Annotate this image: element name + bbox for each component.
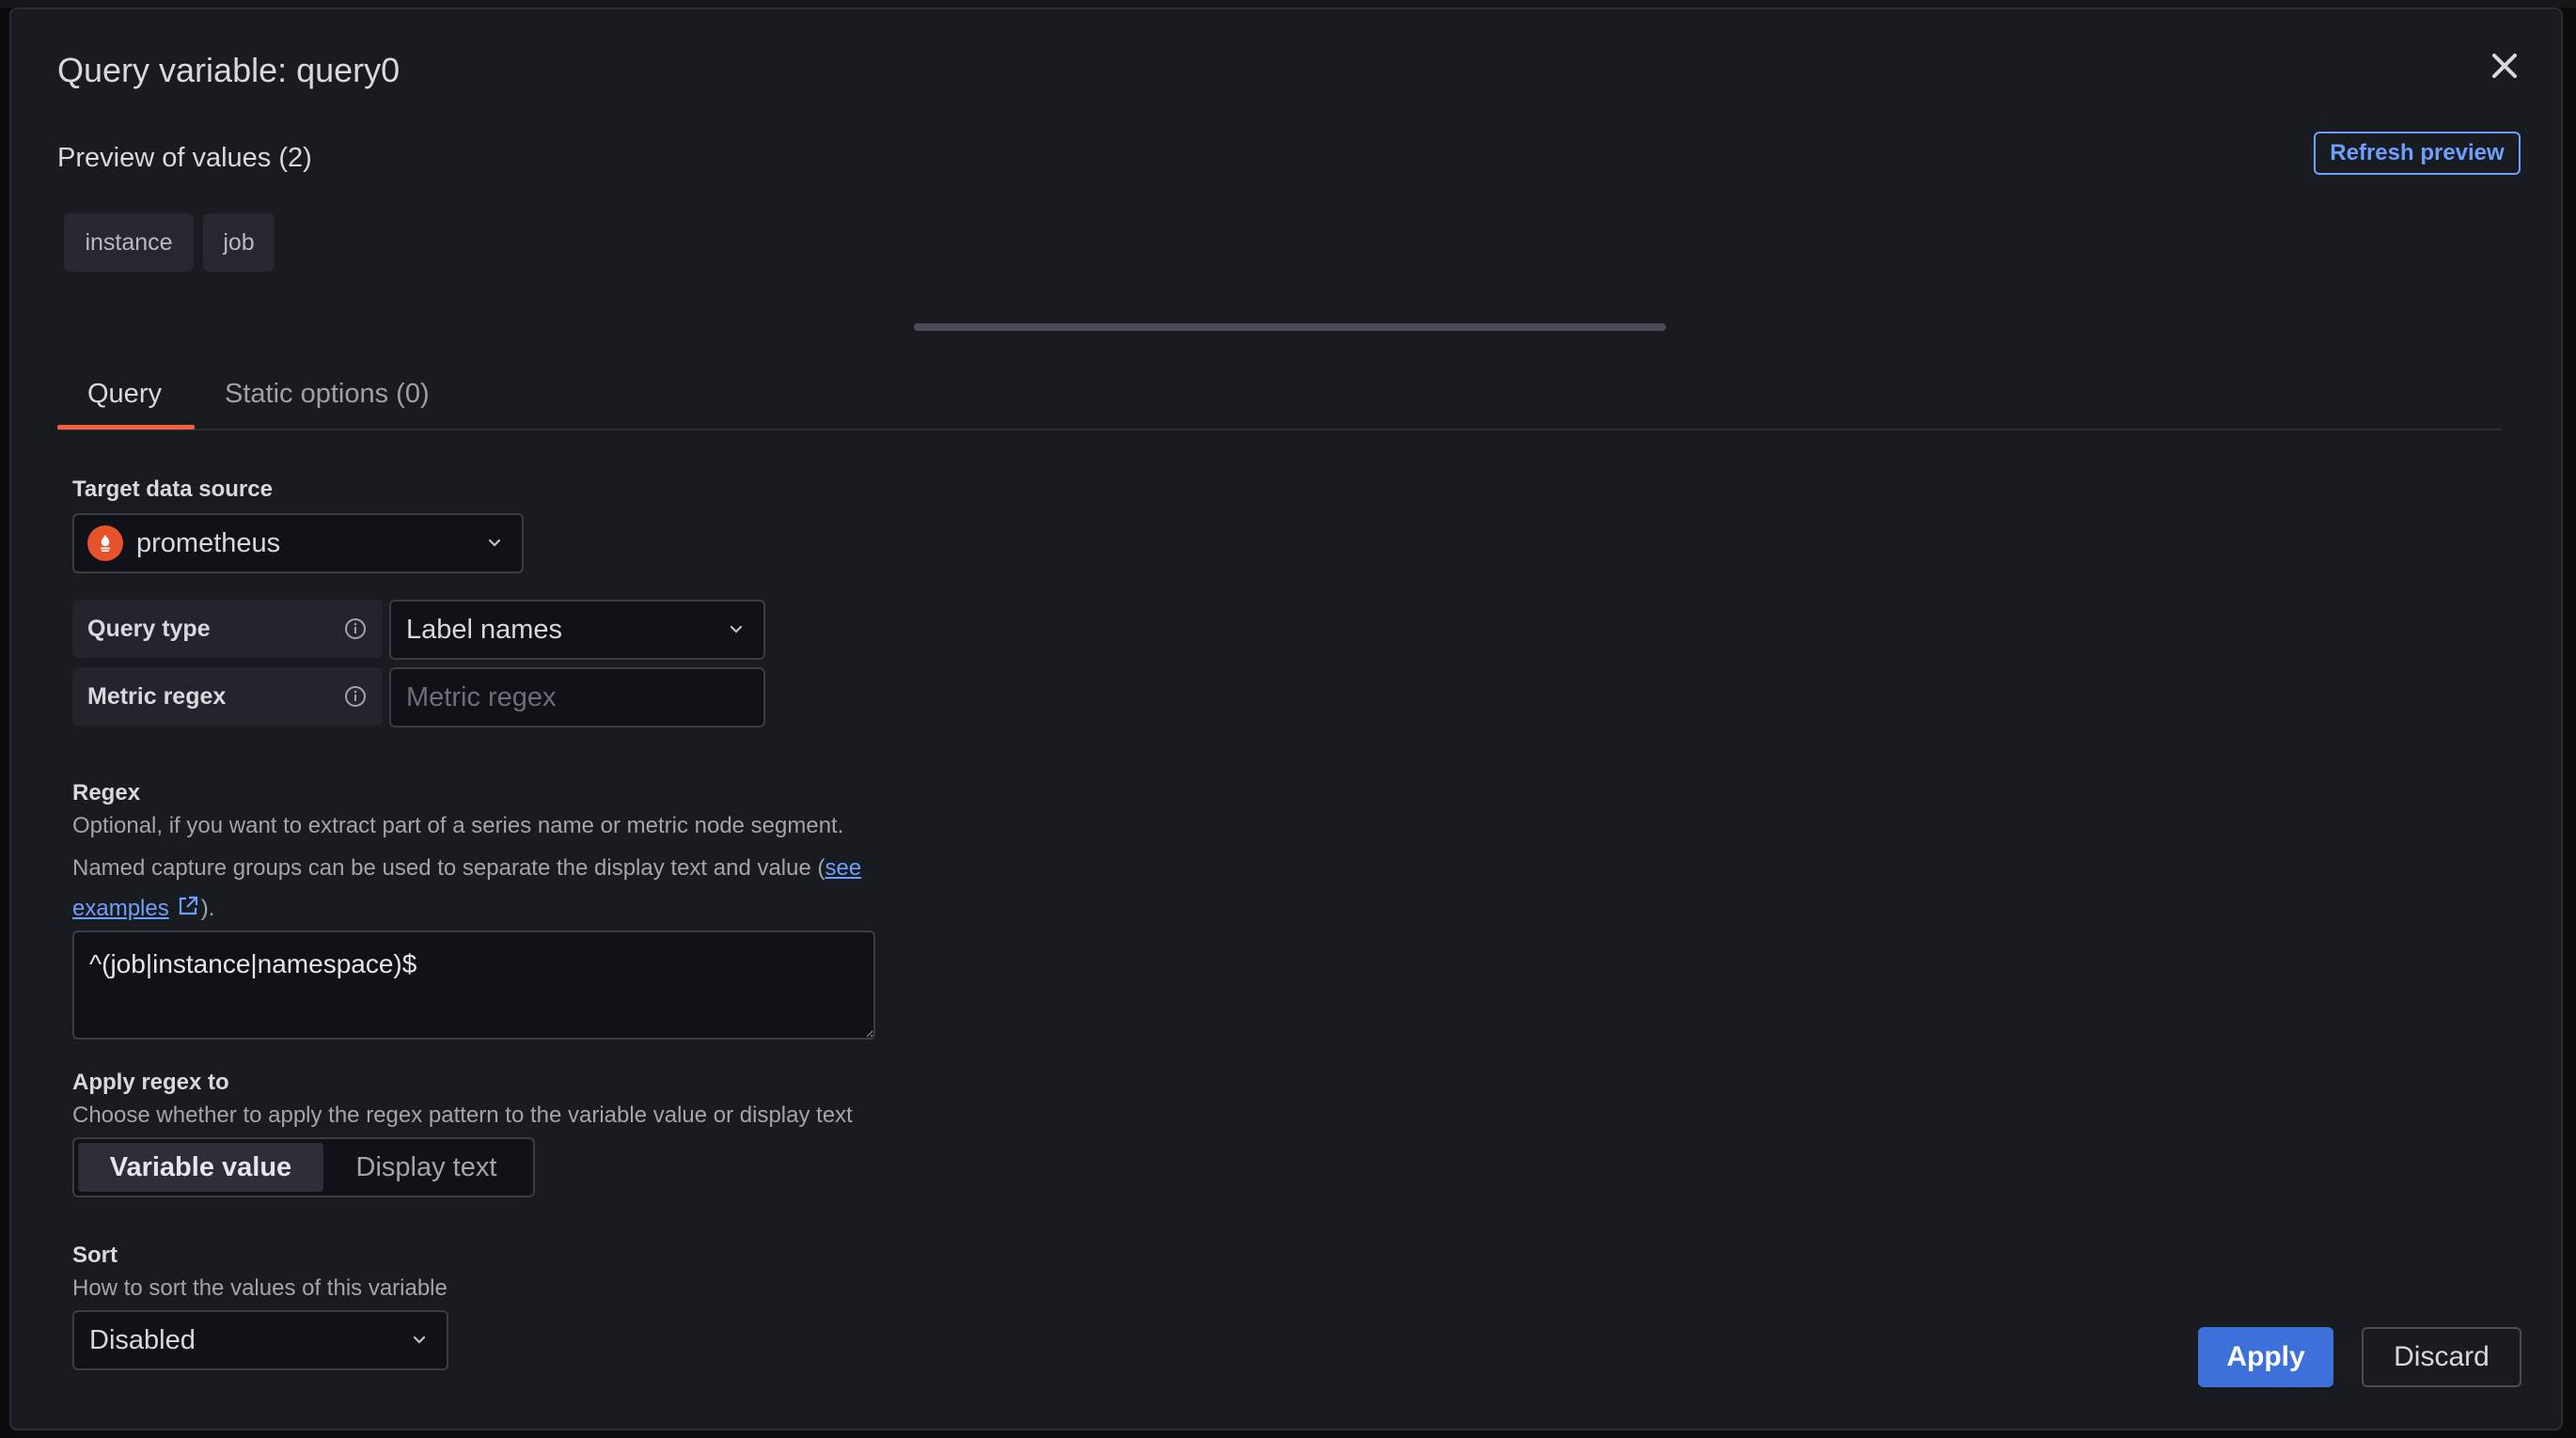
- close-icon[interactable]: [2484, 45, 2525, 86]
- apply-regex-description: Choose whether to apply the regex patter…: [72, 1102, 853, 1128]
- refresh-preview-button[interactable]: Refresh preview: [2314, 132, 2521, 175]
- tab-static-options[interactable]: Static options (0): [225, 379, 430, 410]
- discard-button[interactable]: Discard: [2362, 1327, 2521, 1387]
- metric-regex-label: Metric regex: [87, 682, 227, 710]
- query-type-select[interactable]: Label names: [389, 600, 765, 660]
- apply-regex-radio-group: Variable value Display text: [72, 1137, 535, 1197]
- regex-textarea[interactable]: [72, 930, 875, 1039]
- query-type-value: Label names: [406, 614, 563, 645]
- see-link[interactable]: see: [825, 855, 862, 881]
- info-icon[interactable]: [343, 617, 368, 641]
- regex-label: Regex: [72, 780, 141, 805]
- regex-help-prefix: Named capture groups can be used to sepa…: [72, 855, 825, 881]
- radio-variable-value[interactable]: Variable value: [78, 1143, 323, 1192]
- datasource-select[interactable]: prometheus: [72, 513, 524, 573]
- external-link-icon[interactable]: [175, 893, 201, 919]
- chevron-down-icon: [413, 1336, 426, 1344]
- radio-display-text[interactable]: Display text: [323, 1143, 529, 1192]
- query-variable-modal: Query variable: query0 Preview of values…: [9, 8, 2563, 1430]
- sort-value: Disabled: [89, 1324, 196, 1355]
- metric-regex-label-box: Metric regex: [72, 667, 383, 726]
- chevron-down-icon: [488, 539, 501, 547]
- sort-description: How to sort the values of this variable: [72, 1275, 448, 1301]
- datasource-label: Target data source: [72, 477, 273, 502]
- preview-title: Preview of values (2): [57, 143, 312, 173]
- preview-scrollbar[interactable]: [914, 323, 1666, 331]
- active-tab-indicator: [57, 425, 195, 430]
- metric-regex-input[interactable]: [389, 667, 765, 727]
- tabs-divider: [57, 429, 2502, 430]
- regex-description: Optional, if you want to extract part of…: [72, 813, 844, 838]
- preview-value-chip: instance: [64, 213, 194, 272]
- sort-label: Sort: [72, 1243, 118, 1268]
- datasource-value: prometheus: [136, 527, 281, 558]
- chevron-down-icon: [730, 625, 743, 633]
- query-type-label-box: Query type: [72, 600, 383, 658]
- prometheus-logo-icon: [87, 525, 123, 561]
- backdrop: [0, 0, 2576, 8]
- regex-help-suffix: ).: [200, 896, 215, 921]
- preview-value-chip: job: [203, 213, 275, 272]
- regex-help-text: Named capture groups can be used to sepa…: [72, 848, 975, 929]
- query-type-label: Query type: [87, 615, 211, 642]
- modal-title: Query variable: query0: [57, 51, 401, 89]
- sort-select[interactable]: Disabled: [72, 1310, 448, 1370]
- tab-query[interactable]: Query: [87, 379, 162, 410]
- apply-regex-label: Apply regex to: [72, 1070, 229, 1095]
- info-icon[interactable]: [343, 684, 368, 709]
- apply-button[interactable]: Apply: [2198, 1327, 2333, 1387]
- examples-link[interactable]: examples: [72, 896, 169, 921]
